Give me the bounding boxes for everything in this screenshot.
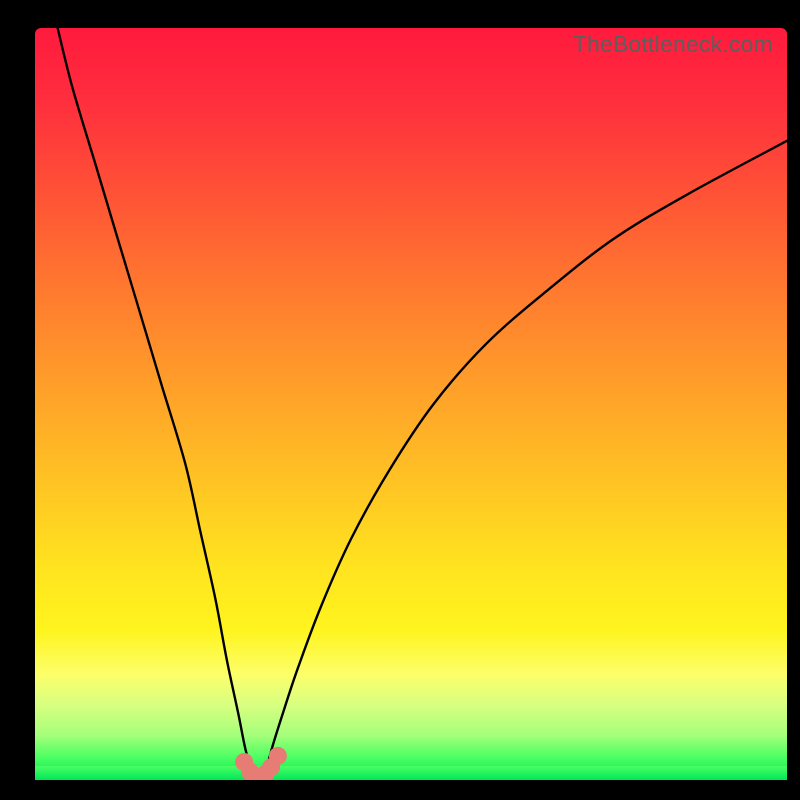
bottleneck-curve <box>58 28 787 778</box>
marker-dot <box>269 747 287 765</box>
plot-area: TheBottleneck.com <box>35 28 787 780</box>
bottom-markers <box>235 747 287 780</box>
outer-frame: TheBottleneck.com <box>0 0 800 800</box>
chart-svg <box>35 28 787 780</box>
